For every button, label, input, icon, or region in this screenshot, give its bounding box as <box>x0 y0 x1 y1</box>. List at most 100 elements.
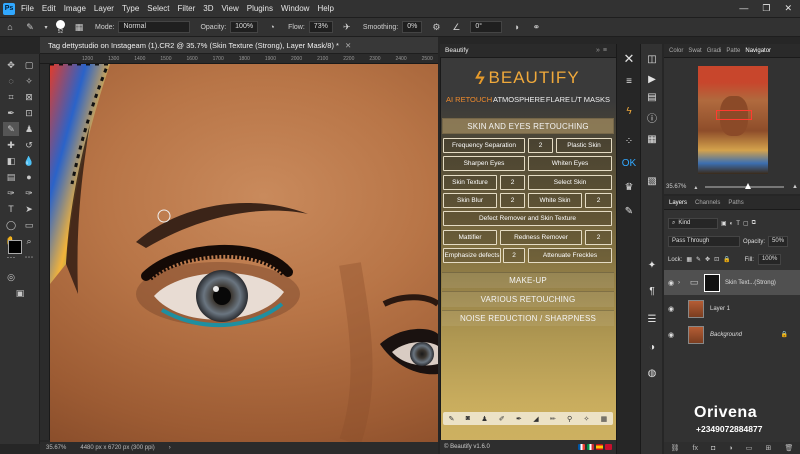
fx-icon[interactable]: fx <box>693 445 698 452</box>
menu-type[interactable]: Type <box>122 4 139 13</box>
defect-remover-button[interactable]: Defect Remover and Skin Texture <box>443 211 612 226</box>
flag-it-icon[interactable] <box>587 444 594 450</box>
angle-input[interactable]: 0° <box>470 21 503 33</box>
list-icon[interactable]: ≡ <box>621 74 637 88</box>
frequency-separation-count[interactable]: 2 <box>528 138 553 153</box>
tab-patterns[interactable]: Patte <box>726 48 740 54</box>
tab-gradients[interactable]: Gradi <box>707 48 722 54</box>
mode-select[interactable]: Normal <box>118 21 191 33</box>
lock-move-icon[interactable]: ✥ <box>705 256 710 263</box>
home-icon[interactable]: ⌂ <box>3 22 17 32</box>
stamp-tool-icon[interactable]: ♟ <box>21 122 37 136</box>
brush-icon[interactable]: ✐ <box>499 415 505 423</box>
layer-row[interactable]: ◉ Layer 1 <box>664 296 800 321</box>
dots-icon[interactable]: ⁘ <box>621 134 637 148</box>
filter-smart-icon[interactable]: ⧉ <box>752 220 756 227</box>
zoom-level[interactable]: 35.67% <box>46 445 66 451</box>
styles-icon[interactable]: ▦ <box>644 132 660 146</box>
eraser-icon[interactable]: ◧ <box>3 154 19 168</box>
brushes-icon[interactable]: ✦ <box>644 258 660 272</box>
attenuate-freckles-button[interactable]: Attenuate Freckles <box>528 248 612 263</box>
mattifier-button[interactable]: Mattifier <box>443 230 497 245</box>
section-skin-eyes[interactable]: SKIN AND EYES RETOUCHING <box>442 118 614 134</box>
chevron-down-icon[interactable]: ▾ <box>43 24 49 31</box>
beautify-plugin-icon[interactable]: ϟ <box>621 104 637 118</box>
skin-blur-count[interactable]: 2 <box>500 193 525 208</box>
menu-image[interactable]: Image <box>64 4 86 13</box>
select-skin-button[interactable]: Select Skin <box>528 175 612 190</box>
opacity-input[interactable]: 100% <box>230 21 259 33</box>
menu-filter[interactable]: Filter <box>178 4 196 13</box>
chevron-right-icon[interactable]: › <box>678 280 684 286</box>
frequency-separation-button[interactable]: Frequency Separation <box>443 138 525 153</box>
airbrush-icon[interactable]: ✈ <box>340 22 354 33</box>
lock-pixels-icon[interactable]: ▦ <box>686 256 692 263</box>
menu-file[interactable]: File <box>21 4 34 13</box>
flag-es-icon[interactable] <box>596 444 603 450</box>
redness-remover-button[interactable]: Redness Remover <box>500 230 582 245</box>
lock-artboard-icon[interactable]: ⊡ <box>714 256 719 263</box>
view-box[interactable] <box>716 110 752 120</box>
move-tool-icon[interactable]: ✥ <box>3 58 19 72</box>
actions-icon[interactable]: ▶ <box>644 72 660 86</box>
nav-lt-masks[interactable]: L/T MASKS <box>571 95 610 107</box>
pen-tool-icon[interactable]: ✑ <box>3 186 19 200</box>
add-mask-icon[interactable]: ◘ <box>711 445 715 452</box>
eye-icon[interactable]: ◉ <box>664 279 678 287</box>
minimize-icon[interactable]: — <box>739 3 748 14</box>
ruler-tool-icon[interactable]: ⊡ <box>21 106 37 120</box>
blend-mode-select[interactable]: Pass Through <box>668 236 740 247</box>
screen-mode-icon[interactable]: ▣ <box>12 286 28 300</box>
eye-icon[interactable]: ◉ <box>664 305 678 313</box>
smoothing-input[interactable]: 0% <box>402 21 423 33</box>
paint-icon[interactable]: ✏ <box>550 415 556 423</box>
link-layers-icon[interactable]: ⛓ <box>671 444 680 452</box>
navigator-thumbnail[interactable] <box>698 66 768 174</box>
navigator-zoom-value[interactable]: 35.67% <box>666 184 686 190</box>
filter-kind-select[interactable]: ⌕ Kind <box>668 218 718 229</box>
adjustment-layer-icon[interactable]: ◑ <box>728 445 732 452</box>
blur-tool-icon[interactable]: 💧 <box>21 154 37 168</box>
filter-pixel-icon[interactable]: ▣ <box>721 220 727 227</box>
close-panel-icon[interactable]: ✕ <box>621 51 637 66</box>
close-document-icon[interactable]: ✕ <box>345 41 351 50</box>
tab-swatches[interactable]: Swat <box>688 48 701 54</box>
lock-all-icon[interactable]: 🔒 <box>723 256 730 263</box>
layer-opacity-input[interactable]: 50% <box>768 236 789 247</box>
crop-tool-icon[interactable]: ⌗ <box>3 90 19 104</box>
beautify-panel-tab[interactable]: Beautify »≡ <box>440 44 616 58</box>
tab-navigator[interactable]: Navigator <box>745 48 771 54</box>
artboard-tool-icon[interactable]: ▢ <box>21 58 37 72</box>
dodge-tool-icon[interactable]: ● <box>21 170 37 184</box>
burn-icon[interactable]: ◢ <box>533 415 538 423</box>
document-tab[interactable]: Tag dettystudio on Instageam (1).CR2 @ 3… <box>40 37 438 54</box>
brush-tool-icon[interactable]: ✎ <box>23 22 37 33</box>
layer-name[interactable]: Skin Text...(Strong) <box>725 280 776 286</box>
lock-paint-icon[interactable]: ✎ <box>696 256 701 263</box>
filter-type-icon[interactable]: T <box>736 221 740 227</box>
stamp-icon[interactable]: ♟ <box>481 415 487 423</box>
section-noise-reduction[interactable]: NOISE REDUCTION / SHARPNESS <box>442 310 614 326</box>
dodge-icon[interactable]: ✒ <box>516 415 522 423</box>
eyedropper-icon[interactable]: ✒ <box>3 106 19 120</box>
layer-mask-thumbnail[interactable] <box>704 273 720 292</box>
zoom-slider[interactable] <box>705 183 785 189</box>
pen-variant-icon[interactable]: ✑ <box>21 186 37 200</box>
type-tool-icon[interactable]: T <box>3 202 19 216</box>
tab-channels[interactable]: Channels <box>695 200 720 206</box>
tab-layers[interactable]: Layers <box>669 200 687 206</box>
brush-preset-picker[interactable]: 52 <box>56 19 65 35</box>
levels-icon[interactable]: ◑ <box>644 340 660 354</box>
section-make-up[interactable]: MAKE-UP <box>442 272 614 288</box>
flag-uk-icon[interactable] <box>605 444 612 450</box>
panel-menu-icon[interactable]: »≡ <box>596 47 610 54</box>
rectangle-tool-icon[interactable]: ▭ <box>21 218 37 232</box>
crown-icon[interactable]: ♛ <box>621 180 637 194</box>
symmetry-icon[interactable]: ⚭ <box>529 22 543 33</box>
pressure-size-icon[interactable]: ◑ <box>509 22 523 32</box>
menu-help[interactable]: Help <box>317 4 333 13</box>
sharpen-eyes-button[interactable]: Sharpen Eyes <box>443 156 525 171</box>
skin-texture-button[interactable]: Skin Texture <box>443 175 497 190</box>
fill-input[interactable]: 100% <box>757 254 782 265</box>
history-brush-icon[interactable]: ↺ <box>21 138 37 152</box>
